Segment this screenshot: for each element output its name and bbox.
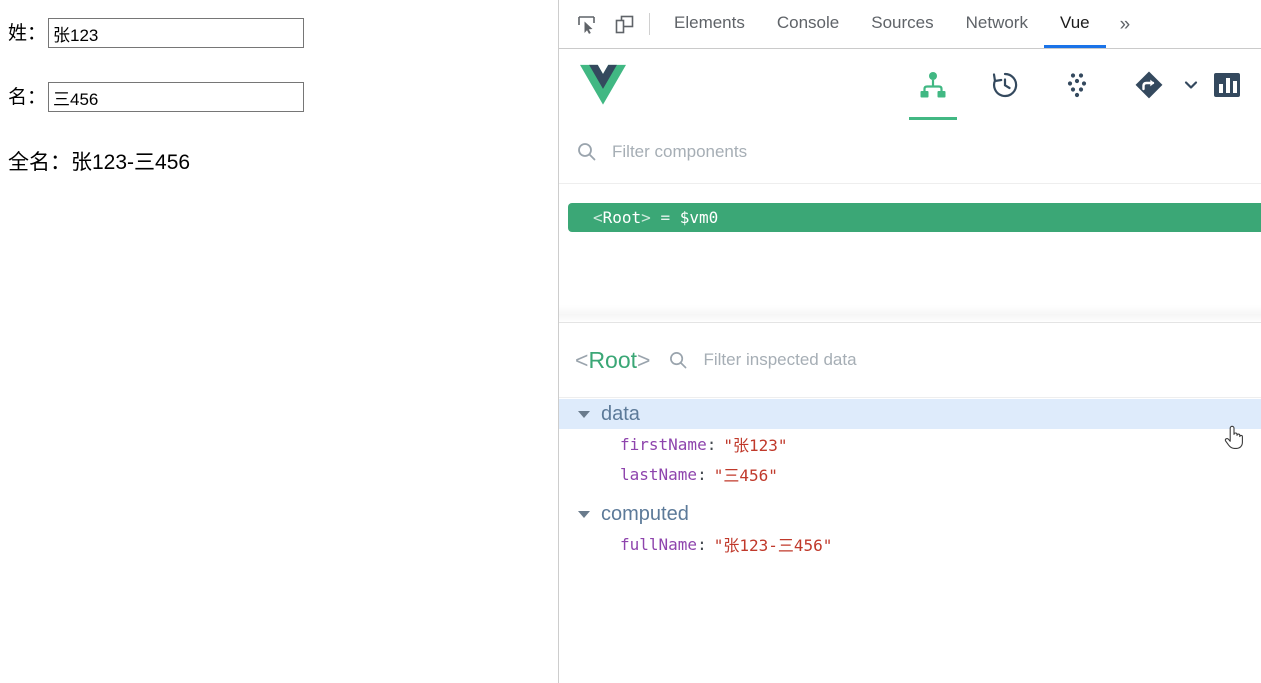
last-name-input[interactable] [48,82,304,112]
first-name-field-row: 姓： [8,17,304,49]
more-tabs-icon[interactable]: » [1106,1,1145,48]
search-icon [577,142,596,161]
vue-logo [580,64,626,106]
inspected-component-title: <Root> [575,347,650,374]
entry-separator: : [697,535,707,554]
group-spacer [559,489,1261,499]
entry-key: fullName [620,535,697,554]
entry-key: lastName [620,465,697,484]
inspect-element-icon[interactable] [571,9,601,39]
tab-console[interactable]: Console [761,1,855,48]
tree-row[interactable]: <Root> = $vm0 [568,203,1261,232]
tree-instance-name: $vm0 [680,208,719,227]
inspector-entry-row[interactable]: firstName: "张123" [559,429,1261,459]
tree-equals: = [660,208,670,227]
tree-angle-close: > [641,208,651,227]
vuex-dots-icon[interactable] [1041,49,1113,120]
vue-toolbar [559,49,1261,121]
inspector-group-label: computed [601,503,689,526]
inspector-group-label: data [601,403,640,426]
components-tab-icon[interactable] [897,49,969,120]
tab-network[interactable]: Network [950,1,1044,48]
devtools-tabbar: Elements Console Sources Network Vue » [559,0,1261,49]
caret-down-icon [578,411,590,418]
entry-value[interactable]: "三456" [714,462,778,486]
performance-bar-chart-icon[interactable] [1205,49,1261,120]
inspector-group-computed[interactable]: computed [559,499,1261,529]
tab-sources[interactable]: Sources [855,1,949,48]
tree-angle-open: < [593,208,603,227]
tree-row-label: <Root> = $vm0 [593,208,718,227]
last-name-field-row: 名： [8,81,304,113]
last-name-label: 名： [8,88,46,107]
search-icon [669,351,687,369]
entry-value[interactable]: "张123" [723,432,787,456]
router-diamond-icon[interactable] [1113,49,1185,120]
component-tree: <Root> = $vm0 [559,185,1261,319]
component-filter-bar [559,120,1261,184]
tab-elements[interactable]: Elements [658,1,761,48]
entry-separator: : [707,435,717,454]
inspector-angle-open: < [575,347,588,373]
devtools-pane: 按Esc即可退出全屏模式 Elements Console Sources Ne… [559,0,1261,683]
first-name-label: 姓： [8,24,46,43]
first-name-input[interactable] [48,18,304,48]
inspector-angle-close: > [637,347,650,373]
tree-component-name: Root [603,208,642,227]
inspector-entry-row[interactable]: fullName: "张123-三456" [559,529,1261,559]
entry-key: firstName [620,435,707,454]
entry-value: "张123-三456" [714,532,833,556]
filter-components-input[interactable] [610,141,1245,163]
inspector-body: data firstName: "张123" lastName: "三456" co… [559,399,1261,683]
inspector-header: <Root> [559,323,1261,398]
device-toolbar-icon[interactable] [609,9,639,39]
caret-down-icon [578,511,590,518]
inspector-group-data[interactable]: data [559,399,1261,429]
full-name-output: 全名：张123-三456 [8,146,190,176]
screen: 姓： 名： 全名：张123-三456 按Esc即可退出全屏模式 [0,0,1261,683]
toolbar-separator [649,13,650,35]
web-page-pane: 姓： 名： 全名：张123-三456 [0,0,558,683]
tab-vue[interactable]: Vue [1044,1,1106,48]
inspector-component-name: Root [588,347,637,373]
filter-inspected-data-input[interactable] [701,349,1245,371]
entry-separator: : [697,465,707,484]
inspector-entry-row[interactable]: lastName: "三456" [559,459,1261,489]
timeline-history-icon[interactable] [969,49,1041,120]
